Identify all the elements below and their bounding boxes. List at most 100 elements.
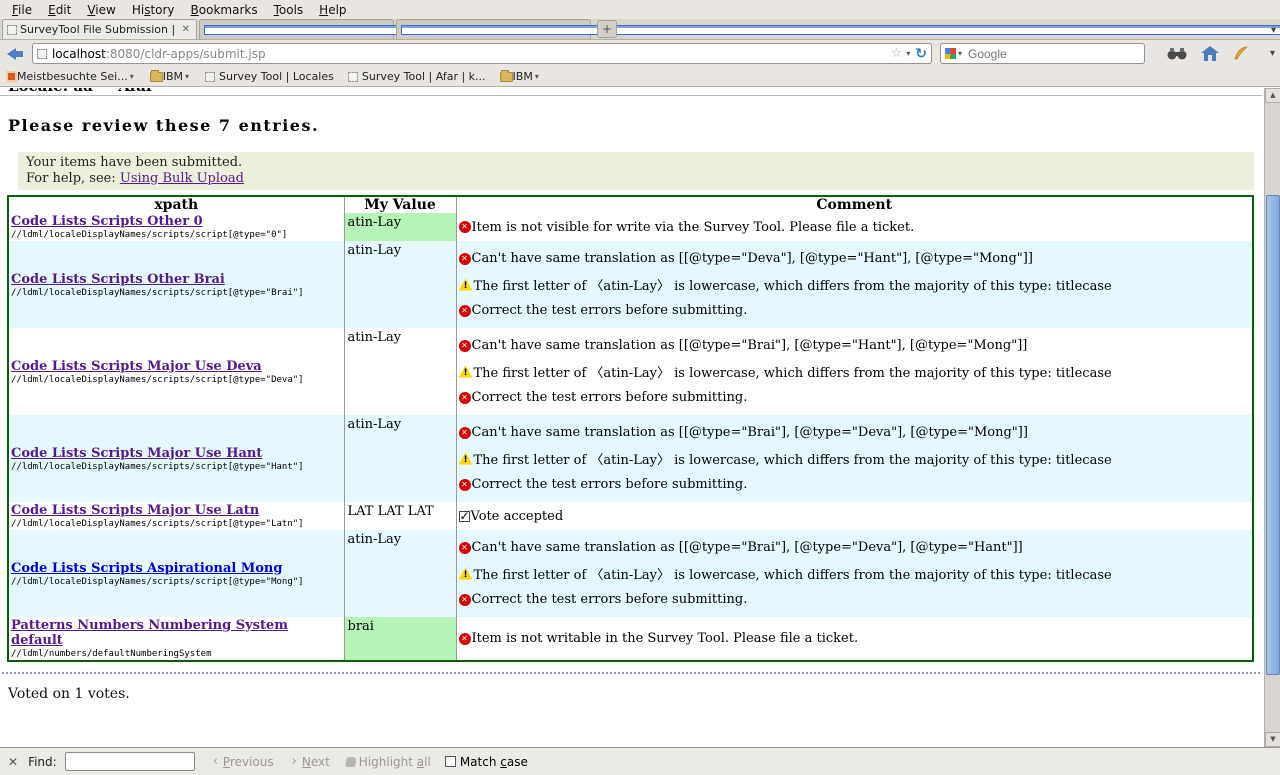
xpath-link[interactable]: Code Lists Scripts Aspirational Mong: [11, 561, 282, 576]
value-cell: atin-Lay: [344, 328, 456, 415]
quill-icon[interactable]: [1233, 46, 1248, 61]
using-bulk-upload-link[interactable]: Using Bulk Upload: [120, 171, 244, 186]
bookmark-4[interactable]: Survey Tool | Afar | k...: [348, 70, 486, 83]
comment-line: !The first letter of 〈atin-Lay〉 is lower…: [459, 362, 1251, 381]
vertical-scrollbar[interactable]: ▲ ▼: [1264, 88, 1280, 747]
comment-cell: ✕Can't have same translation as [[@type=…: [456, 241, 1253, 328]
toolbar-icons: ▾: [1167, 46, 1275, 61]
xpath-cell: Code Lists Scripts Major Use Deva//ldml/…: [8, 328, 344, 415]
warning-icon: !: [459, 568, 473, 580]
bookmark-5[interactable]: IBM▾: [500, 70, 541, 83]
page-title: Please review these 7 entries.: [8, 116, 1262, 135]
bookmark-label: IBM: [163, 70, 183, 83]
xpath-cell: Code Lists Scripts Other Brai//ldml/loca…: [8, 241, 344, 328]
heading-rule: [0, 95, 1262, 96]
find-next-button[interactable]: ›Next: [292, 754, 330, 769]
match-case-checkbox[interactable]: Match case: [445, 755, 528, 769]
url-text[interactable]: localhost:8080/cldr-apps/submit.jsp: [52, 47, 889, 61]
comment-line: ✕Correct the test errors before submitti…: [459, 390, 1251, 405]
bookmark-3[interactable]: Survey Tool | Locales: [205, 70, 334, 83]
page-content: Locale: aa — Afar Please review these 7 …: [0, 88, 1280, 747]
placeholder-favicon: [37, 49, 47, 59]
tab-title: SurveyTool File Submission | ...: [20, 23, 177, 36]
page-favicon: [401, 25, 1280, 35]
value-cell: atin-Lay: [344, 241, 456, 328]
xpath-cell: Patterns Numbers Numbering System defaul…: [8, 617, 344, 661]
url-dropdown-icon[interactable]: ▾: [906, 49, 910, 58]
xpath-link[interactable]: Code Lists Scripts Other Brai: [11, 272, 225, 287]
list-all-tabs-icon[interactable]: ▾: [1271, 25, 1276, 36]
menu-file[interactable]: File: [4, 2, 40, 18]
comment-line: !The first letter of 〈atin-Lay〉 is lower…: [459, 564, 1251, 583]
scrollbar-thumb[interactable]: [1266, 195, 1280, 675]
menu-history[interactable]: History: [124, 2, 183, 18]
menu-tools[interactable]: Tools: [266, 2, 312, 18]
comment-text: The first letter of 〈atin-Lay〉 is lowerc…: [474, 564, 1112, 583]
xpath-link[interactable]: Patterns Numbers Numbering System defaul…: [11, 618, 288, 648]
comment-line: !The first letter of 〈atin-Lay〉 is lower…: [459, 275, 1251, 294]
url-host: localhost: [52, 47, 106, 61]
placeholder-favicon: [205, 72, 215, 82]
chevron-down-icon[interactable]: ▾: [185, 72, 189, 81]
reload-icon[interactable]: ↻: [915, 46, 927, 62]
tab-close-icon[interactable]: ✕: [180, 24, 192, 35]
table-row: Code Lists Scripts Major Use Deva//ldml/…: [8, 328, 1253, 415]
scroll-down-icon[interactable]: ▼: [1265, 732, 1280, 747]
menu-edit[interactable]: Edit: [40, 2, 79, 18]
table-row: Patterns Numbers Numbering System defaul…: [8, 617, 1253, 661]
checkbox-icon[interactable]: [445, 756, 456, 767]
chevron-down-icon[interactable]: ▾: [535, 72, 539, 81]
bookmark-2[interactable]: IBM▾: [150, 70, 191, 83]
xpath-link[interactable]: Code Lists Scripts Other 0: [11, 214, 203, 229]
most-visited-icon: [6, 71, 17, 82]
comment-text: Can't have same translation as [[@type="…: [472, 425, 1028, 440]
find-close-icon[interactable]: ✕: [8, 755, 18, 769]
xpath-string: //ldml/localeDisplayNames/scripts/script…: [11, 375, 342, 385]
tab-3[interactable]: Bulk Data Upload - CLDR - Un...✕: [396, 19, 591, 39]
menu-help[interactable]: Help: [311, 2, 354, 18]
xpath-link[interactable]: Code Lists Scripts Major Use Hant: [11, 446, 262, 461]
bookmark-star-icon[interactable]: ☆: [891, 46, 903, 61]
find-binoculars-icon[interactable]: [1167, 47, 1187, 61]
xpath-string: //ldml/localeDisplayNames/scripts/script…: [11, 288, 342, 298]
comment-text: Can't have same translation as [[@type="…: [472, 251, 1033, 266]
url-bar[interactable]: localhost:8080/cldr-apps/submit.jsp ☆ ▾ …: [32, 43, 932, 64]
comment-text: The first letter of 〈atin-Lay〉 is lowerc…: [474, 275, 1112, 294]
comment-line: ✕Can't have same translation as [[@type=…: [459, 251, 1251, 266]
highlight-all-button[interactable]: Highlight all: [359, 755, 431, 769]
highlight-icon: [345, 757, 357, 767]
value-cell: brai: [344, 617, 456, 661]
xpath-string: //ldml/localeDisplayNames/scripts/script…: [11, 230, 342, 240]
tab-2[interactable]: Bulk Data Upload - CLDR - Un...✕: [199, 19, 394, 39]
table-row: Code Lists Scripts Other Brai//ldml/loca…: [8, 241, 1253, 328]
toolbar-overflow-icon[interactable]: ▾: [1270, 48, 1275, 59]
bookmark-1[interactable]: Meistbesuchte Sei...▾: [6, 70, 136, 83]
find-input[interactable]: [65, 752, 195, 771]
comment-line: !The first letter of 〈atin-Lay〉 is lower…: [459, 449, 1251, 468]
bookmarks-toolbar: Meistbesuchte Sei...▾IBM▾Survey Tool | L…: [0, 67, 1280, 87]
warning-icon: !: [459, 279, 473, 291]
xpath-link[interactable]: Code Lists Scripts Major Use Deva: [11, 359, 262, 374]
menu-bookmarks[interactable]: Bookmarks: [183, 2, 266, 18]
search-input[interactable]: [968, 47, 1140, 61]
notice-line-1: Your items have been submitted.: [26, 155, 1246, 171]
error-icon: ✕: [459, 479, 471, 491]
xpath-string: //ldml/localeDisplayNames/scripts/script…: [11, 462, 342, 472]
comment-cell: ✕Can't have same translation as [[@type=…: [456, 530, 1253, 617]
vote-count-text: Voted on 1 votes.: [8, 686, 1262, 702]
back-button[interactable]: [5, 44, 26, 64]
table-row: Code Lists Scripts Aspirational Mong//ld…: [8, 530, 1253, 617]
comment-cell: ✓Vote accepted: [456, 502, 1253, 530]
new-tab-button[interactable]: +: [597, 20, 617, 38]
search-bar[interactable]: ▾: [940, 43, 1145, 64]
xpath-link[interactable]: Code Lists Scripts Major Use Latn: [11, 503, 259, 518]
scroll-up-icon[interactable]: ▲: [1265, 88, 1280, 103]
tab-1[interactable]: SurveyTool File Submission | ...✕: [2, 19, 197, 39]
table-row: Code Lists Scripts Major Use Hant//ldml/…: [8, 415, 1253, 502]
chevron-down-icon[interactable]: ▾: [130, 72, 134, 81]
menu-view[interactable]: View: [79, 2, 123, 18]
search-engine-dropdown-icon[interactable]: ▾: [958, 49, 962, 58]
home-icon[interactable]: [1201, 46, 1219, 61]
xpath-cell: Code Lists Scripts Other 0//ldml/localeD…: [8, 213, 344, 241]
find-previous-button[interactable]: ‹Previous: [213, 754, 274, 769]
